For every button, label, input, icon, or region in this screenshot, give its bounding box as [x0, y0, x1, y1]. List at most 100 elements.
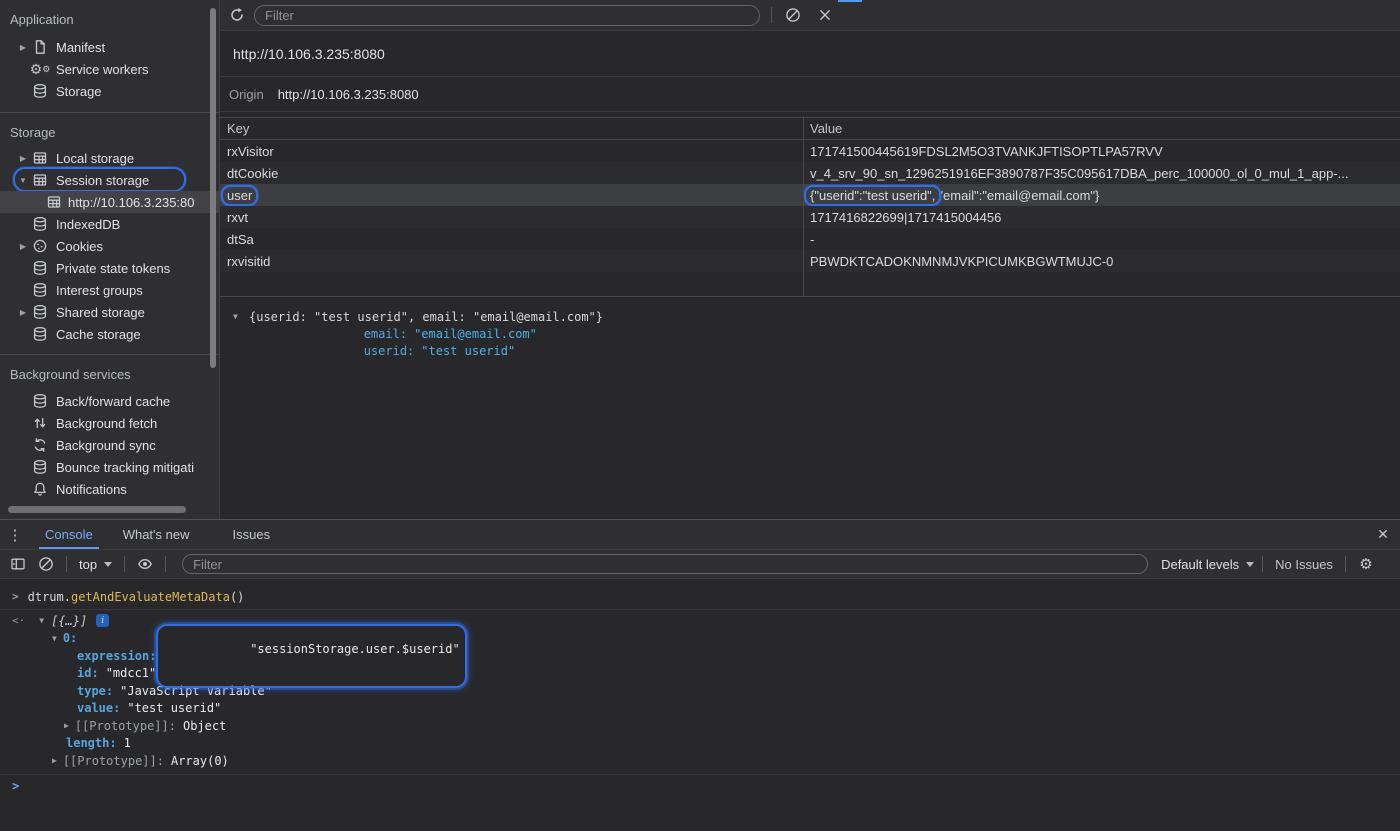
sidebar-horizontal-scrollbar[interactable] [8, 506, 186, 513]
chevron-right-icon[interactable]: ▶ [52, 756, 57, 765]
preview-prop-key: userid: [364, 344, 415, 358]
sidebar-item-session-storage[interactable]: ▼ Session storage [0, 169, 219, 191]
chevron-right-icon[interactable]: ▶ [64, 721, 69, 730]
clear-all-icon[interactable] [780, 2, 806, 28]
console-command: > dtrum.getAndEvaluateMetaData() [0, 584, 1400, 610]
refresh-icon[interactable] [224, 2, 250, 28]
sidebar-item-service-workers[interactable]: ⚙⚙ Service workers [0, 58, 219, 80]
console-prompt[interactable]: > [0, 774, 1400, 798]
tab-whats-new[interactable]: What's new [117, 520, 196, 549]
table-row[interactable]: rxvt 1717416822699|1717415004456 [220, 206, 1400, 228]
sidebar-item-indexeddb[interactable]: IndexedDB [0, 213, 219, 235]
up-down-arrows-icon [32, 415, 48, 431]
annotation-expression-value [156, 624, 466, 688]
toolbar-divider [1262, 556, 1263, 572]
toolbar-divider [1345, 556, 1346, 572]
console-sidebar-toggle-icon[interactable] [6, 552, 30, 576]
sidebar-item-local-storage[interactable]: ▶ Local storage [0, 147, 219, 169]
table-icon [32, 172, 48, 188]
database-icon [32, 260, 48, 276]
sidebar-item-background-fetch[interactable]: Background fetch [0, 412, 219, 434]
column-header-key[interactable]: Key [220, 118, 803, 139]
document-icon [32, 39, 48, 55]
close-drawer-icon[interactable]: ✕ [1366, 520, 1400, 549]
gears-icon: ⚙⚙ [32, 61, 48, 77]
sidebar-item-manifest[interactable]: ▶ Manifest [0, 36, 219, 58]
table-row[interactable]: rxVisitor 171741500445619FDSL2M5O3TVANKJ… [220, 140, 1400, 162]
origin-row: Origin http://10.106.3.235:8080 [220, 77, 1400, 112]
table-row-user-selected[interactable]: user {"userid":"test userid", "email":"e… [220, 184, 1400, 206]
application-sidebar: Application ▶ Manifest ⚙⚙ Service worker… [0, 0, 220, 519]
table-row[interactable]: dtSa - [220, 228, 1400, 250]
toolbar-divider [66, 556, 67, 572]
console-settings-gear-icon[interactable]: ⚙ [1354, 552, 1378, 576]
array-preview: [{…}] [51, 614, 87, 628]
console-length: length: 1 [0, 735, 1400, 753]
chevron-right-icon[interactable]: ▶ [18, 308, 28, 317]
console-toolbar: top Default levels No Issues ⚙ [0, 550, 1400, 579]
database-icon [32, 216, 48, 232]
section-header-storage: Storage [0, 123, 219, 143]
console-prop-type: type: "JavaScript Variable" [0, 682, 1400, 700]
sidebar-item-bounce-tracking[interactable]: Bounce tracking mitigati [0, 456, 219, 478]
chevron-right-icon[interactable]: ▶ [18, 154, 28, 163]
database-icon [32, 393, 48, 409]
preview-prop-value: "test userid" [421, 344, 515, 358]
console-prototype-object: ▶ [[Prototype]]: Object [0, 717, 1400, 735]
section-header-application: Application [0, 10, 219, 30]
sidebar-item-interest-groups[interactable]: Interest groups [0, 279, 219, 301]
sidebar-item-cookies[interactable]: ▶ Cookies [0, 235, 219, 257]
console-drawer: ⋮ Console What's new Issues ✕ top [0, 519, 1400, 831]
more-options-icon[interactable]: ⋮ [0, 520, 30, 549]
origin-label: Origin [229, 87, 264, 102]
table-row[interactable]: dtCookie v_4_srv_90_sn_1296251916EF38907… [220, 162, 1400, 184]
sidebar-item-cache-storage[interactable]: Cache storage [0, 323, 219, 345]
sidebar-item-notifications[interactable]: Notifications [0, 478, 219, 500]
sidebar-item-private-state-tokens[interactable]: Private state tokens [0, 257, 219, 279]
origin-value: http://10.106.3.235:8080 [278, 87, 419, 102]
console-filter-input[interactable] [182, 554, 1148, 574]
issues-status[interactable]: No Issues [1275, 557, 1333, 572]
chevron-right-icon[interactable]: ▶ [18, 43, 28, 52]
tab-console[interactable]: Console [39, 520, 99, 549]
bell-icon [32, 481, 48, 497]
chevron-down-icon[interactable]: ▼ [52, 634, 57, 643]
input-chevron-icon: > [12, 590, 19, 603]
chevron-right-icon[interactable]: ▶ [18, 242, 28, 251]
tab-issues[interactable]: Issues [227, 520, 277, 549]
sidebar-item-back-forward-cache[interactable]: Back/forward cache [0, 390, 219, 412]
log-levels-selector[interactable]: Default levels [1161, 557, 1254, 572]
sidebar-item-session-storage-origin[interactable]: http://10.106.3.235:80 [0, 191, 219, 213]
chevron-down-icon[interactable]: ▼ [18, 176, 28, 185]
top-accent-strip [838, 0, 862, 2]
database-icon [32, 83, 48, 99]
sidebar-item-storage[interactable]: Storage [0, 80, 219, 102]
delete-selected-icon[interactable] [812, 2, 838, 28]
prompt-chevron-icon: > [12, 779, 19, 793]
info-icon[interactable]: i [96, 614, 109, 627]
cookie-icon [32, 238, 48, 254]
sidebar-item-shared-storage[interactable]: ▶ Shared storage [0, 301, 219, 323]
storage-toolbar [220, 0, 1400, 31]
live-expression-eye-icon[interactable] [133, 552, 157, 576]
clear-console-icon[interactable] [34, 552, 58, 576]
sidebar-vertical-scrollbar[interactable] [210, 8, 216, 368]
toolbar-divider [124, 556, 125, 572]
storage-filter-input[interactable] [254, 5, 760, 26]
sidebar-divider [0, 112, 219, 113]
chevron-down-icon[interactable]: ▼ [233, 312, 243, 321]
devtools-window: Application ▶ Manifest ⚙⚙ Service worker… [0, 0, 1400, 831]
chevron-down-icon[interactable]: ▼ [39, 616, 44, 625]
chevron-down-icon [1246, 562, 1254, 567]
execution-context-selector[interactable]: top [75, 557, 116, 572]
table-row[interactable]: rxvisitid PBWDKTCADOKNMNMJVKPICUMKBGWTMU… [220, 250, 1400, 272]
sidebar-item-background-sync[interactable]: Background sync [0, 434, 219, 456]
column-header-value[interactable]: Value [803, 118, 1400, 139]
database-icon [32, 282, 48, 298]
toolbar-divider [771, 7, 772, 23]
table-icon [46, 194, 62, 210]
section-header-background-services: Background services [0, 365, 219, 385]
console-messages: > dtrum.getAndEvaluateMetaData() <· ▼ [{… [0, 579, 1400, 831]
session-storage-panel: http://10.106.3.235:8080 Origin http://1… [220, 0, 1400, 519]
drawer-tabbar: ⋮ Console What's new Issues ✕ [0, 520, 1400, 550]
